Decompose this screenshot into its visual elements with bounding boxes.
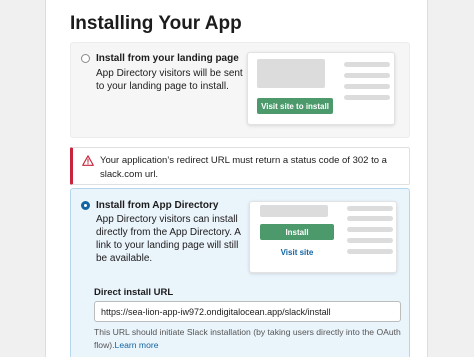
app-directory-description-line1: App Directory visitors can install bbox=[96, 214, 238, 225]
helper-text-line2-prefix: flow). bbox=[94, 340, 115, 350]
option-landing-page[interactable]: Install from your landing page App Direc… bbox=[70, 42, 410, 138]
option-app-directory[interactable]: Install from App Directory App Directory… bbox=[70, 188, 410, 357]
preview-image-placeholder bbox=[260, 205, 328, 217]
preview-text-line bbox=[347, 249, 393, 254]
landing-page-description-line2: to your landing page to install. bbox=[96, 81, 229, 92]
install-button: Install bbox=[260, 224, 334, 240]
redirect-url-warning: Your application’s redirect URL must ret… bbox=[70, 147, 410, 185]
visit-site-link: Visit site bbox=[280, 248, 314, 257]
preview-text-line bbox=[347, 216, 393, 221]
app-directory-title: Install from App Directory bbox=[96, 200, 219, 211]
helper-text-line1: This URL should initiate Slack installat… bbox=[94, 327, 401, 337]
preview-text-line bbox=[344, 84, 390, 89]
preview-text-line bbox=[347, 238, 393, 243]
landing-page-preview: Visit site to install bbox=[247, 52, 395, 125]
helper-text-line2: flow).Learn more bbox=[94, 339, 404, 352]
learn-more-link[interactable]: Learn more bbox=[115, 340, 159, 350]
app-directory-preview: Install Visit site bbox=[249, 201, 397, 273]
app-directory-description-line4: be available. bbox=[96, 253, 153, 264]
page-title: Installing Your App bbox=[70, 13, 242, 34]
landing-page-description-line1: App Directory visitors will be sent bbox=[96, 68, 243, 79]
landing-page-title: Install from your landing page bbox=[96, 53, 239, 64]
preview-text-line bbox=[347, 206, 393, 211]
app-directory-description-line3: link to your landing page will still bbox=[96, 240, 239, 251]
direct-install-url-input[interactable] bbox=[94, 301, 401, 322]
visit-site-to-install-button: Visit site to install bbox=[257, 98, 333, 114]
warning-message: Your application’s redirect URL must ret… bbox=[100, 154, 405, 182]
preview-text-line bbox=[344, 62, 390, 67]
direct-install-url-helper: This URL should initiate Slack installat… bbox=[94, 326, 404, 352]
warning-triangle-icon bbox=[82, 155, 94, 166]
app-directory-radio[interactable] bbox=[81, 201, 90, 210]
preview-image-placeholder bbox=[257, 59, 325, 88]
page-card: Installing Your App Install from your la… bbox=[45, 0, 428, 357]
warning-message-line1: Your application’s redirect URL must ret… bbox=[100, 155, 387, 166]
direct-install-url-label: Direct install URL bbox=[94, 287, 174, 298]
preview-text-line bbox=[344, 95, 390, 100]
preview-text-line bbox=[347, 227, 393, 232]
landing-page-radio[interactable] bbox=[81, 54, 90, 63]
warning-message-line2: slack.com url. bbox=[100, 169, 159, 180]
preview-text-line bbox=[344, 73, 390, 78]
app-directory-description-line2: directly from the App Directory. A bbox=[96, 227, 241, 238]
